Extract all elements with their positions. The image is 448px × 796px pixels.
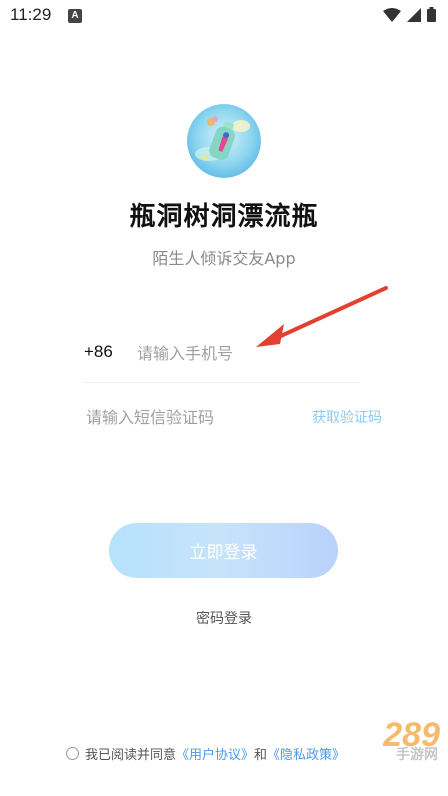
agreement-row: 我已阅读并同意 《用户协议》 和 《隐私政策》 xyxy=(66,744,345,763)
password-login-link[interactable]: 密码登录 xyxy=(0,608,448,628)
sms-code-input[interactable] xyxy=(84,400,298,434)
divider xyxy=(84,382,360,383)
agreement-and: 和 xyxy=(254,748,268,763)
login-button[interactable]: 立即登录 xyxy=(109,523,338,578)
app-logo xyxy=(187,104,261,178)
status-time: 11:29 xyxy=(10,5,52,24)
app-title: 瓶洞树洞漂流瓶 xyxy=(129,202,319,232)
user-agreement-link[interactable]: 《用户协议》 xyxy=(176,744,254,763)
agreement-prefix: 我已阅读并同意 xyxy=(85,748,177,763)
signal-icon xyxy=(407,7,421,22)
agreement-checkbox[interactable] xyxy=(66,747,79,760)
notification-icon: A xyxy=(68,9,82,23)
get-code-button[interactable]: 获取验证码 xyxy=(312,407,382,427)
phone-input[interactable] xyxy=(135,336,359,370)
country-code[interactable]: +86 xyxy=(84,342,113,362)
watermark-text: 手游网 xyxy=(396,747,438,763)
battery-icon xyxy=(427,7,436,22)
bottle-logo-icon xyxy=(187,104,261,178)
privacy-policy-link[interactable]: 《隐私政策》 xyxy=(267,744,345,763)
status-bar: 11:29 A xyxy=(0,0,448,32)
wifi-icon xyxy=(383,7,401,22)
status-icons xyxy=(383,7,436,22)
app-subtitle: 陌生人倾诉交友App xyxy=(152,249,296,268)
login-page: 11:29 A 瓶洞树洞漂流瓶 陌生人倾诉交友App +86 请输入手机号 请输… xyxy=(0,0,448,796)
